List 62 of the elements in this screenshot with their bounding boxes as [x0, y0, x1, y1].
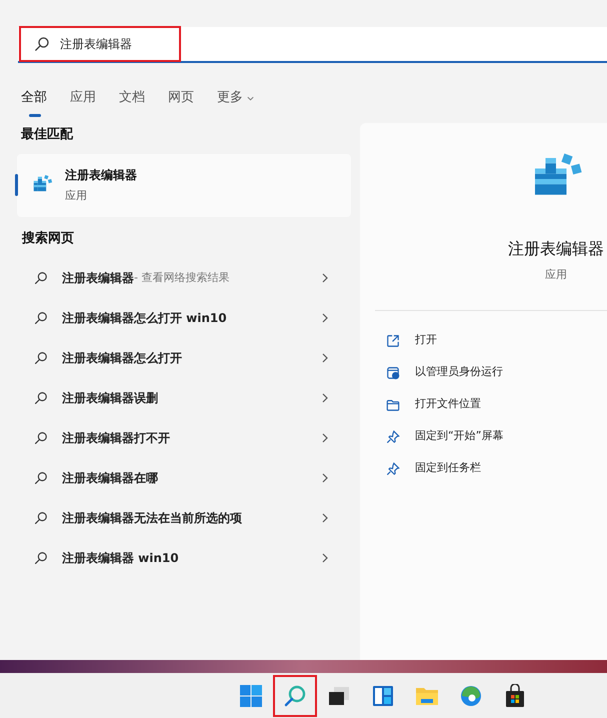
chevron-right-icon [321, 473, 329, 483]
search-icon [34, 431, 48, 445]
filter-tab[interactable]: 更多 [217, 89, 255, 117]
filter-tab[interactable]: 文档 [119, 89, 145, 117]
web-suggestion-item[interactable]: 注册表编辑器误删 [17, 378, 351, 418]
suggestion-text: 注册表编辑器误删 [62, 390, 158, 407]
app-type: 应用 [545, 267, 567, 283]
chevron-right-icon [321, 433, 329, 443]
filter-tab[interactable]: 网页 [168, 89, 194, 117]
pin-icon [386, 430, 400, 444]
web-suggestion-item[interactable]: 注册表编辑器在哪 [17, 458, 351, 498]
action-item[interactable]: 打开文件位置 [386, 388, 601, 420]
search-icon [34, 311, 48, 325]
search-icon [34, 351, 48, 365]
browser-icon[interactable] [459, 684, 483, 708]
widgets-icon[interactable] [371, 684, 395, 708]
windows-logo-icon[interactable] [239, 684, 263, 708]
chevron-right-icon [321, 553, 329, 563]
suggestion-text: 注册表编辑器怎么打开 win10 [62, 310, 227, 327]
web-suggestion-item[interactable]: 注册表编辑器- 查看网络搜索结果 [17, 258, 351, 298]
chevron-right-icon [321, 273, 329, 283]
search-icon[interactable] [283, 684, 307, 708]
section-heading: 搜索网页 [22, 230, 75, 248]
section-heading: 最佳匹配 [21, 126, 74, 144]
search-icon [34, 551, 48, 565]
store-bag-icon[interactable] [503, 684, 527, 708]
chevron-right-icon [321, 353, 329, 363]
app-title: 注册表编辑器 [65, 166, 137, 184]
suggestion-text: 注册表编辑器打不开 [62, 430, 170, 447]
web-suggestion-item[interactable]: 注册表编辑器无法在当前所选的项 [17, 498, 351, 538]
suggestion-text: 注册表编辑器 win10 [62, 550, 179, 567]
app-type: 应用 [65, 188, 88, 204]
search-text: 注册表编辑器 [60, 36, 132, 53]
chevron-right-icon [321, 513, 329, 523]
action-item[interactable]: 打开 [386, 324, 601, 356]
action-item[interactable]: 固定到“开始”屏幕 [386, 420, 601, 452]
search-icon [34, 471, 48, 485]
suggestion-text: 注册表编辑器 [62, 270, 134, 287]
action-item[interactable]: 固定到任务栏 [386, 452, 601, 484]
search-icon [34, 36, 50, 52]
app-title: 注册表编辑器 [508, 238, 604, 260]
action-item[interactable]: 以管理员身份运行 [386, 356, 601, 388]
suggestion-text: 注册表编辑器怎么打开 [62, 350, 182, 367]
folder-icon [386, 398, 400, 412]
pin-icon [386, 462, 400, 476]
web-suggestion-item[interactable]: 注册表编辑器打不开 [17, 418, 351, 458]
chevron-right-icon [321, 393, 329, 403]
web-suggestion-item[interactable]: 注册表编辑器怎么打开 win10 [17, 298, 351, 338]
suggestion-text: 注册表编辑器无法在当前所选的项 [62, 510, 242, 527]
suggestion-hint: - 查看网络搜索结果 [134, 270, 230, 286]
suggestion-text: 注册表编辑器在哪 [62, 470, 158, 487]
filter-tab[interactable]: 全部 [21, 89, 47, 117]
filter-tab[interactable]: 应用 [70, 89, 96, 117]
search-icon [34, 271, 48, 285]
search-field[interactable]: 注册表编辑器 [18, 27, 607, 63]
best-match-item[interactable]: 注册表编辑器 应用 [17, 154, 351, 216]
web-suggestion-item[interactable]: 注册表编辑器怎么打开 [17, 338, 351, 378]
web-suggestion-item[interactable]: 注册表编辑器 win10 [17, 538, 351, 578]
search-icon [34, 511, 48, 525]
open-external-icon [386, 334, 400, 348]
chevron-right-icon [321, 313, 329, 323]
search-icon [34, 391, 48, 405]
